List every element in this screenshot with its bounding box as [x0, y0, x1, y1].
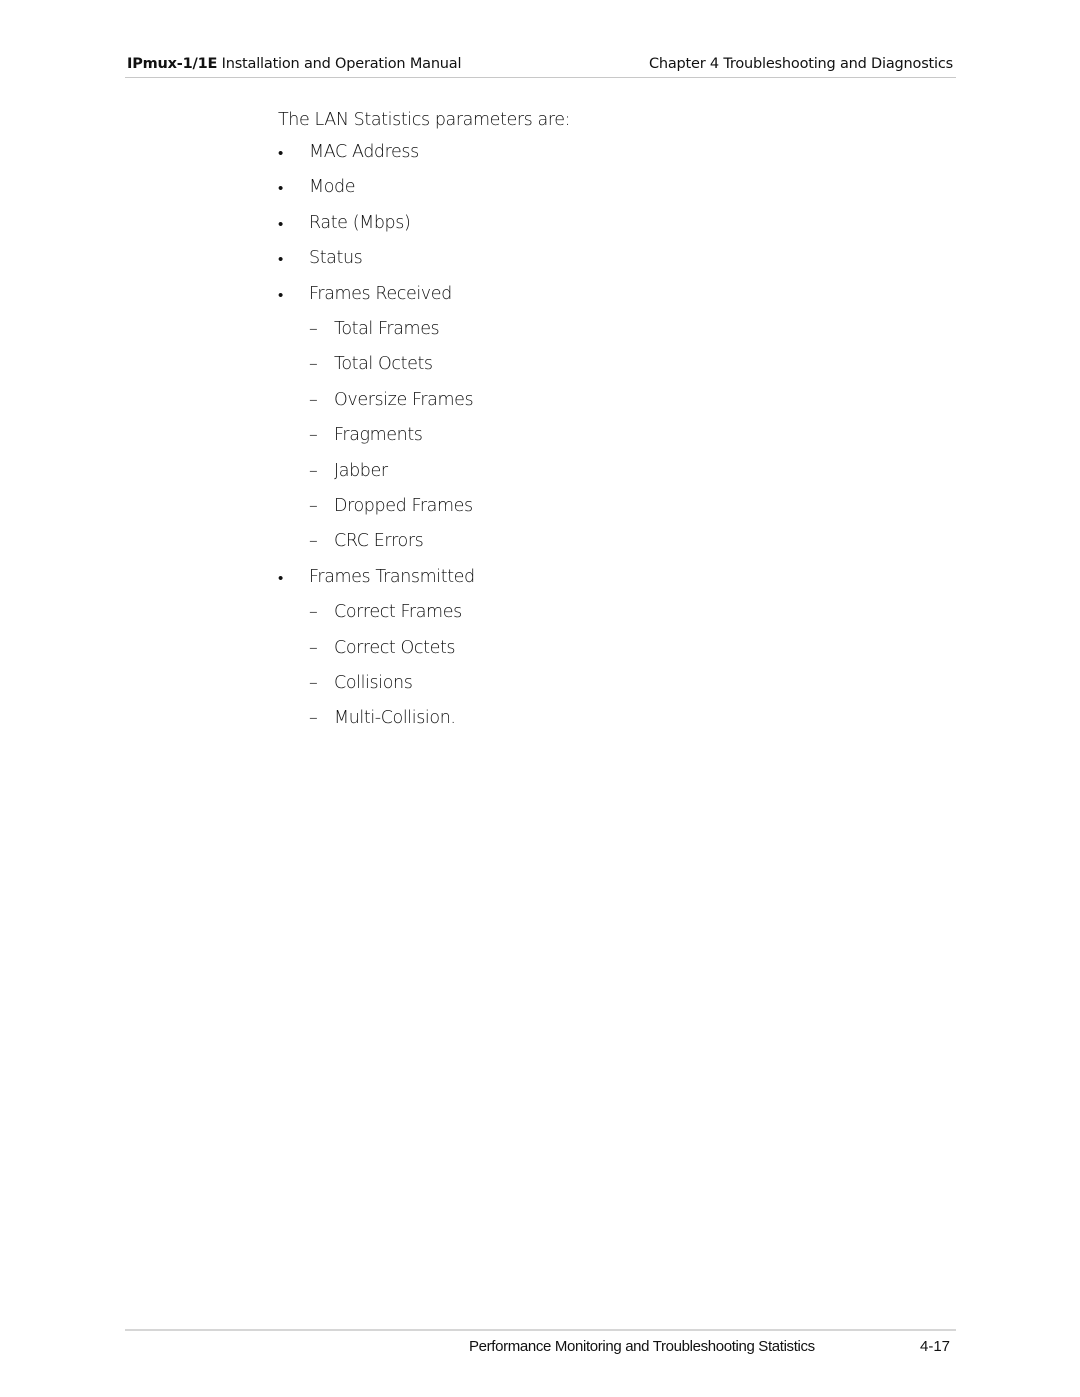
- dash-icon: –: [309, 531, 318, 552]
- list-item-text: Total Frames: [334, 319, 440, 339]
- list-item-text: Dropped Frames: [334, 496, 473, 516]
- list-item-text: Correct Octets: [334, 637, 456, 658]
- list-item-text: Fragments: [334, 425, 423, 446]
- header-manual-name: Installation and Operation Manual: [221, 56, 462, 72]
- dash-icon: –: [309, 319, 318, 339]
- dash-icon: –: [309, 425, 318, 446]
- intro-paragraph: The LAN Statistics parameters are:: [278, 110, 571, 130]
- dash-icon: –: [309, 708, 318, 729]
- bullet-icon: •: [278, 250, 283, 269]
- page-number: 4-17: [920, 1338, 951, 1355]
- bullet-icon: •: [278, 568, 283, 587]
- list-item-text: Oversize Frames: [334, 389, 474, 410]
- list-item-text: Multi-Collision.: [334, 708, 456, 729]
- header-product-name: IPmux-1/1E: [127, 56, 218, 72]
- dash-icon: –: [309, 602, 318, 623]
- dash-icon: –: [309, 673, 318, 693]
- list-item-text: MAC Address: [309, 142, 419, 162]
- dash-icon: –: [309, 637, 318, 658]
- list-item-text: Frames Transmitted: [309, 566, 475, 587]
- list-item-text: Correct Frames: [334, 602, 462, 623]
- footer-divider: [125, 1329, 956, 1331]
- list-item-text: Status: [309, 248, 363, 269]
- bullet-icon: •: [278, 285, 283, 304]
- list-item-text: Rate (Mbps): [309, 212, 411, 233]
- list-item-text: Mode: [309, 177, 356, 198]
- dash-icon: –: [309, 354, 318, 375]
- list-item-text: Jabber: [334, 460, 388, 481]
- running-header: IPmux-1/1E Installation and Operation Ma…: [125, 56, 956, 76]
- list-item-text: Total Octets: [334, 354, 433, 375]
- bullet-icon: •: [278, 144, 283, 162]
- list-item-text: CRC Errors: [334, 531, 424, 552]
- header-manual-title: IPmux-1/1E Installation and Operation Ma…: [127, 56, 462, 72]
- list-item-text: Frames Received: [309, 283, 452, 304]
- header-divider: [125, 77, 956, 78]
- bullet-icon: •: [278, 179, 283, 198]
- footer-section-title: Performance Monitoring and Troubleshooti…: [469, 1338, 815, 1355]
- header-chapter-title: Chapter 4 Troubleshooting and Diagnostic…: [648, 56, 953, 72]
- dash-icon: –: [309, 496, 318, 516]
- list-item-text: Collisions: [334, 673, 413, 693]
- dash-icon: –: [309, 389, 318, 410]
- dash-icon: –: [309, 460, 318, 481]
- bullet-icon: •: [278, 214, 283, 233]
